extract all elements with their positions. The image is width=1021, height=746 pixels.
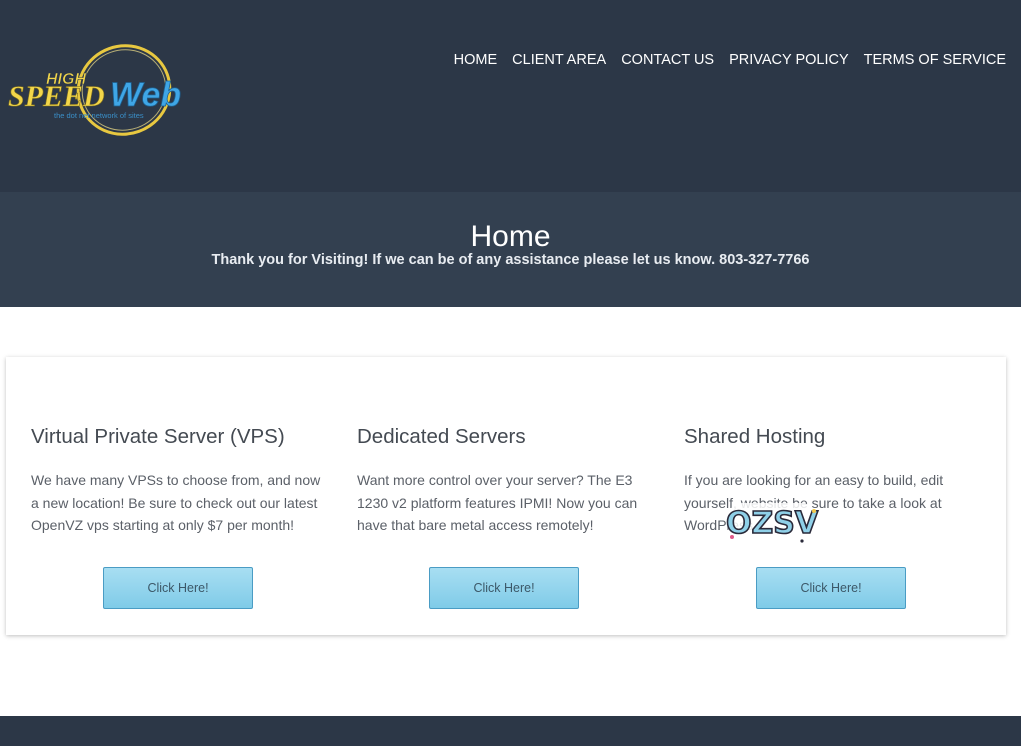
service-description: We have many VPSs to choose from, and no…: [31, 472, 321, 533]
dedicated-click-here-button[interactable]: Click Here!: [429, 567, 579, 609]
svg-text:OZSV: OZSV: [726, 506, 819, 541]
site-footer: [0, 716, 1021, 746]
page-subtitle: Thank you for Visiting! If we can be of …: [211, 252, 810, 268]
svg-text:Web: Web: [110, 76, 181, 114]
services-card: Virtual Private Server (VPS) We have man…: [6, 357, 1006, 635]
service-description: Want more control over your server? The …: [357, 472, 638, 533]
page-banner: Home Thank you for Visiting! If we can b…: [0, 192, 1021, 307]
service-title: Dedicated Servers: [357, 425, 526, 448]
highspeedweb-logo[interactable]: HIGH SPEED Web the dot net network of si…: [6, 42, 210, 138]
site-header: HIGH SPEED Web the dot net network of si…: [0, 0, 1021, 192]
main-nav: HOME CLIENT AREA CONTACT US PRIVACY POLI…: [454, 52, 1006, 68]
service-title: Virtual Private Server (VPS): [31, 425, 285, 448]
nav-client-area[interactable]: CLIENT AREA: [512, 52, 606, 68]
vps-click-here-button[interactable]: Click Here!: [103, 567, 253, 609]
svg-text:SPEED: SPEED: [8, 80, 105, 113]
ozsv-sticker: OZSV: [725, 503, 820, 543]
nav-home[interactable]: HOME: [454, 52, 498, 68]
page-title: Home: [470, 220, 551, 253]
service-title: Shared Hosting: [684, 425, 826, 448]
svg-text:the dot net network of sites: the dot net network of sites: [54, 111, 144, 120]
nav-privacy-policy[interactable]: PRIVACY POLICY: [729, 52, 849, 68]
nav-terms-of-service[interactable]: TERMS OF SERVICE: [864, 52, 1006, 68]
nav-contact-us[interactable]: CONTACT US: [621, 52, 714, 68]
shared-click-here-button[interactable]: Click Here!: [756, 567, 906, 609]
